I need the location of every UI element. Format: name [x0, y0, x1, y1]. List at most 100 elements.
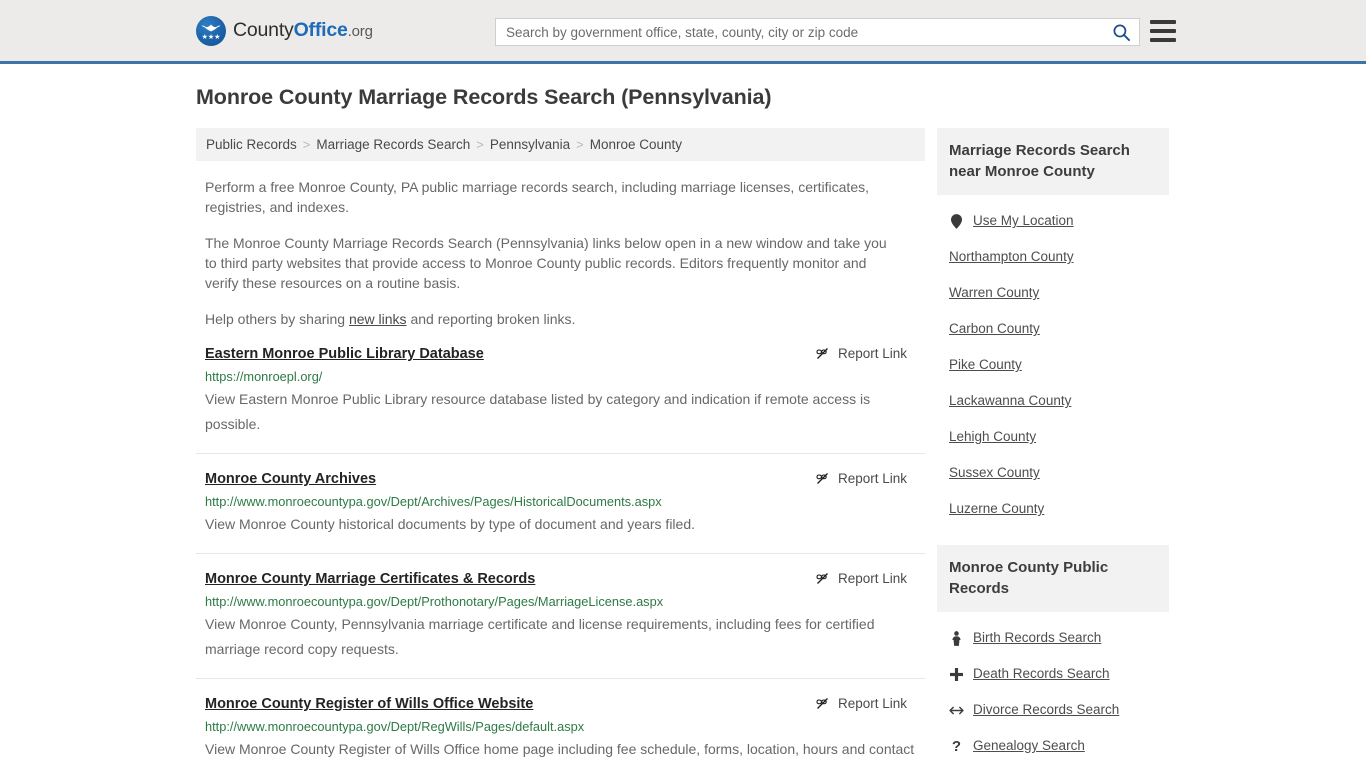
search-button[interactable] [1103, 19, 1139, 45]
report-link-button[interactable]: Report Link [815, 346, 907, 361]
site-logo[interactable]: ★★★ CountyOffice.org [196, 15, 373, 46]
report-link-button[interactable]: Report Link [815, 571, 907, 586]
sidebar-item-county[interactable]: Lehigh County [937, 419, 1169, 455]
report-link-button[interactable]: Report Link [815, 471, 907, 486]
search-icon [1113, 24, 1130, 41]
hamburger-menu-button[interactable] [1150, 20, 1176, 42]
report-link-label: Report Link [837, 471, 907, 486]
brand-part-tld: .org [347, 23, 373, 40]
genealogy-search-link[interactable]: Genealogy Search [973, 737, 1085, 755]
intro-paragraph-2: The Monroe County Marriage Records Searc… [205, 235, 887, 291]
broken-link-icon [816, 348, 828, 359]
breadcrumb-item-monroe-county[interactable]: Monroe County [590, 137, 682, 152]
broken-link-icon [816, 698, 828, 709]
sidebar-item-divorce-records[interactable]: Divorce Records Search [937, 692, 1169, 728]
death-records-search-link[interactable]: Death Records Search [973, 665, 1110, 683]
intro-paragraph-1: Perform a free Monroe County, PA public … [205, 179, 869, 215]
main-column: Public Records > Marriage Records Search… [196, 128, 925, 768]
county-link[interactable]: Northampton County [949, 248, 1074, 266]
intro-p3-before: Help others by sharing [205, 311, 349, 327]
sidebar-item-use-my-location[interactable]: Use My Location [937, 203, 1169, 239]
eagle-icon [201, 24, 221, 31]
brand-text: CountyOffice.org [233, 19, 373, 42]
sidebar-item-county[interactable]: Sussex County [937, 455, 1169, 491]
sidebar-public-records-list: Birth Records Search Death Records Searc… [937, 620, 1169, 768]
sidebar-item-birth-records[interactable]: Birth Records Search [937, 620, 1169, 656]
county-link[interactable]: Luzerne County [949, 500, 1044, 518]
county-link[interactable]: Warren County [949, 284, 1039, 302]
result-url[interactable]: http://www.monroecountypa.gov/Dept/RegWi… [205, 719, 925, 735]
question-mark-icon: ? [951, 737, 962, 755]
county-office-emblem-icon: ★★★ [196, 15, 226, 46]
hamburger-bar-2 [1150, 29, 1176, 33]
broken-link-icon [816, 473, 828, 484]
new-links-link[interactable]: new links [349, 311, 407, 327]
result-url[interactable]: http://www.monroecountypa.gov/Dept/Archi… [205, 494, 925, 510]
cross-icon [949, 667, 964, 681]
result-description: View Monroe County historical documents … [205, 516, 695, 532]
sidebar-item-death-records[interactable]: Death Records Search [937, 656, 1169, 692]
breadcrumb-separator: > [302, 137, 311, 152]
breadcrumb-item-public-records[interactable]: Public Records [206, 137, 297, 152]
result-url[interactable]: http://www.monroecountypa.gov/Dept/Proth… [205, 594, 925, 610]
sidebar-nearby-list: Use My Location Northampton County Warre… [937, 203, 1169, 527]
result-title-link[interactable]: Monroe County Marriage Certificates & Re… [205, 570, 535, 589]
sidebar-item-genealogy[interactable]: ? Genealogy Search [937, 728, 1169, 764]
result-description: View Monroe County, Pennsylvania marriag… [205, 616, 875, 657]
baby-icon [949, 630, 964, 646]
hamburger-bar-3 [1150, 38, 1176, 42]
brand-part-county: County [233, 19, 294, 41]
three-stars-icon: ★★★ [201, 34, 221, 41]
result-item: Monroe County Marriage Certificates & Re… [196, 570, 925, 679]
result-description: View Eastern Monroe Public Library resou… [205, 391, 871, 432]
intro-text: Perform a free Monroe County, PA public … [196, 177, 925, 329]
page-body: Monroe County Marriage Records Search (P… [0, 64, 1366, 768]
sidebar: Marriage Records Search near Monroe Coun… [937, 128, 1169, 768]
search-bar[interactable] [495, 18, 1140, 46]
result-url[interactable]: https://monroepl.org/ [205, 369, 925, 385]
result-title-link[interactable]: Monroe County Archives [205, 470, 376, 489]
report-link-label: Report Link [837, 571, 907, 586]
results-list: Eastern Monroe Public Library Database R… [196, 345, 925, 768]
sidebar-item-county[interactable]: Carbon County [937, 311, 1169, 347]
result-item: Monroe County Register of Wills Office W… [196, 695, 925, 768]
county-link[interactable]: Carbon County [949, 320, 1040, 338]
breadcrumb-item-marriage-records-search[interactable]: Marriage Records Search [316, 137, 470, 152]
sidebar-public-records-heading: Monroe County Public Records [937, 545, 1169, 612]
result-title-link[interactable]: Eastern Monroe Public Library Database [205, 345, 484, 364]
result-header: Monroe County Archives Report Link [205, 470, 925, 489]
intro-p3-after: and reporting broken links. [406, 311, 576, 327]
sidebar-item-county[interactable]: Pike County [937, 347, 1169, 383]
birth-records-search-link[interactable]: Birth Records Search [973, 629, 1101, 647]
county-link[interactable]: Lackawanna County [949, 392, 1071, 410]
sidebar-item-county[interactable]: Luzerne County [937, 491, 1169, 527]
breadcrumb-separator: > [476, 137, 484, 152]
county-link[interactable]: Sussex County [949, 464, 1040, 482]
page-title: Monroe County Marriage Records Search (P… [196, 85, 772, 109]
sidebar-item-county[interactable]: Northampton County [937, 239, 1169, 275]
brand-part-office: Office [293, 19, 348, 41]
broken-link-icon [816, 573, 828, 584]
use-my-location-link[interactable]: Use My Location [973, 212, 1074, 230]
breadcrumb-separator: > [576, 137, 584, 152]
breadcrumb: Public Records > Marriage Records Search… [196, 128, 925, 161]
county-link[interactable]: Lehigh County [949, 428, 1036, 446]
result-description: View Monroe County Register of Wills Off… [205, 741, 915, 768]
breadcrumb-item-pennsylvania[interactable]: Pennsylvania [490, 137, 570, 152]
report-link-label: Report Link [837, 346, 907, 361]
sidebar-nearby-heading: Marriage Records Search near Monroe Coun… [937, 128, 1169, 195]
report-link-button[interactable]: Report Link [815, 696, 907, 711]
result-header: Eastern Monroe Public Library Database R… [205, 345, 925, 364]
sidebar-item-county[interactable]: Lackawanna County [937, 383, 1169, 419]
site-header: ★★★ CountyOffice.org [0, 0, 1366, 64]
result-header: Monroe County Register of Wills Office W… [205, 695, 925, 714]
county-link[interactable]: Pike County [949, 356, 1022, 374]
divorce-records-search-link[interactable]: Divorce Records Search [973, 701, 1119, 719]
map-pin-icon [949, 213, 964, 229]
search-input[interactable] [496, 19, 1103, 45]
report-link-label: Report Link [837, 696, 907, 711]
sidebar-item-county[interactable]: Warren County [937, 275, 1169, 311]
result-header: Monroe County Marriage Certificates & Re… [205, 570, 925, 589]
result-title-link[interactable]: Monroe County Register of Wills Office W… [205, 695, 533, 714]
split-arrows-icon [949, 705, 964, 716]
